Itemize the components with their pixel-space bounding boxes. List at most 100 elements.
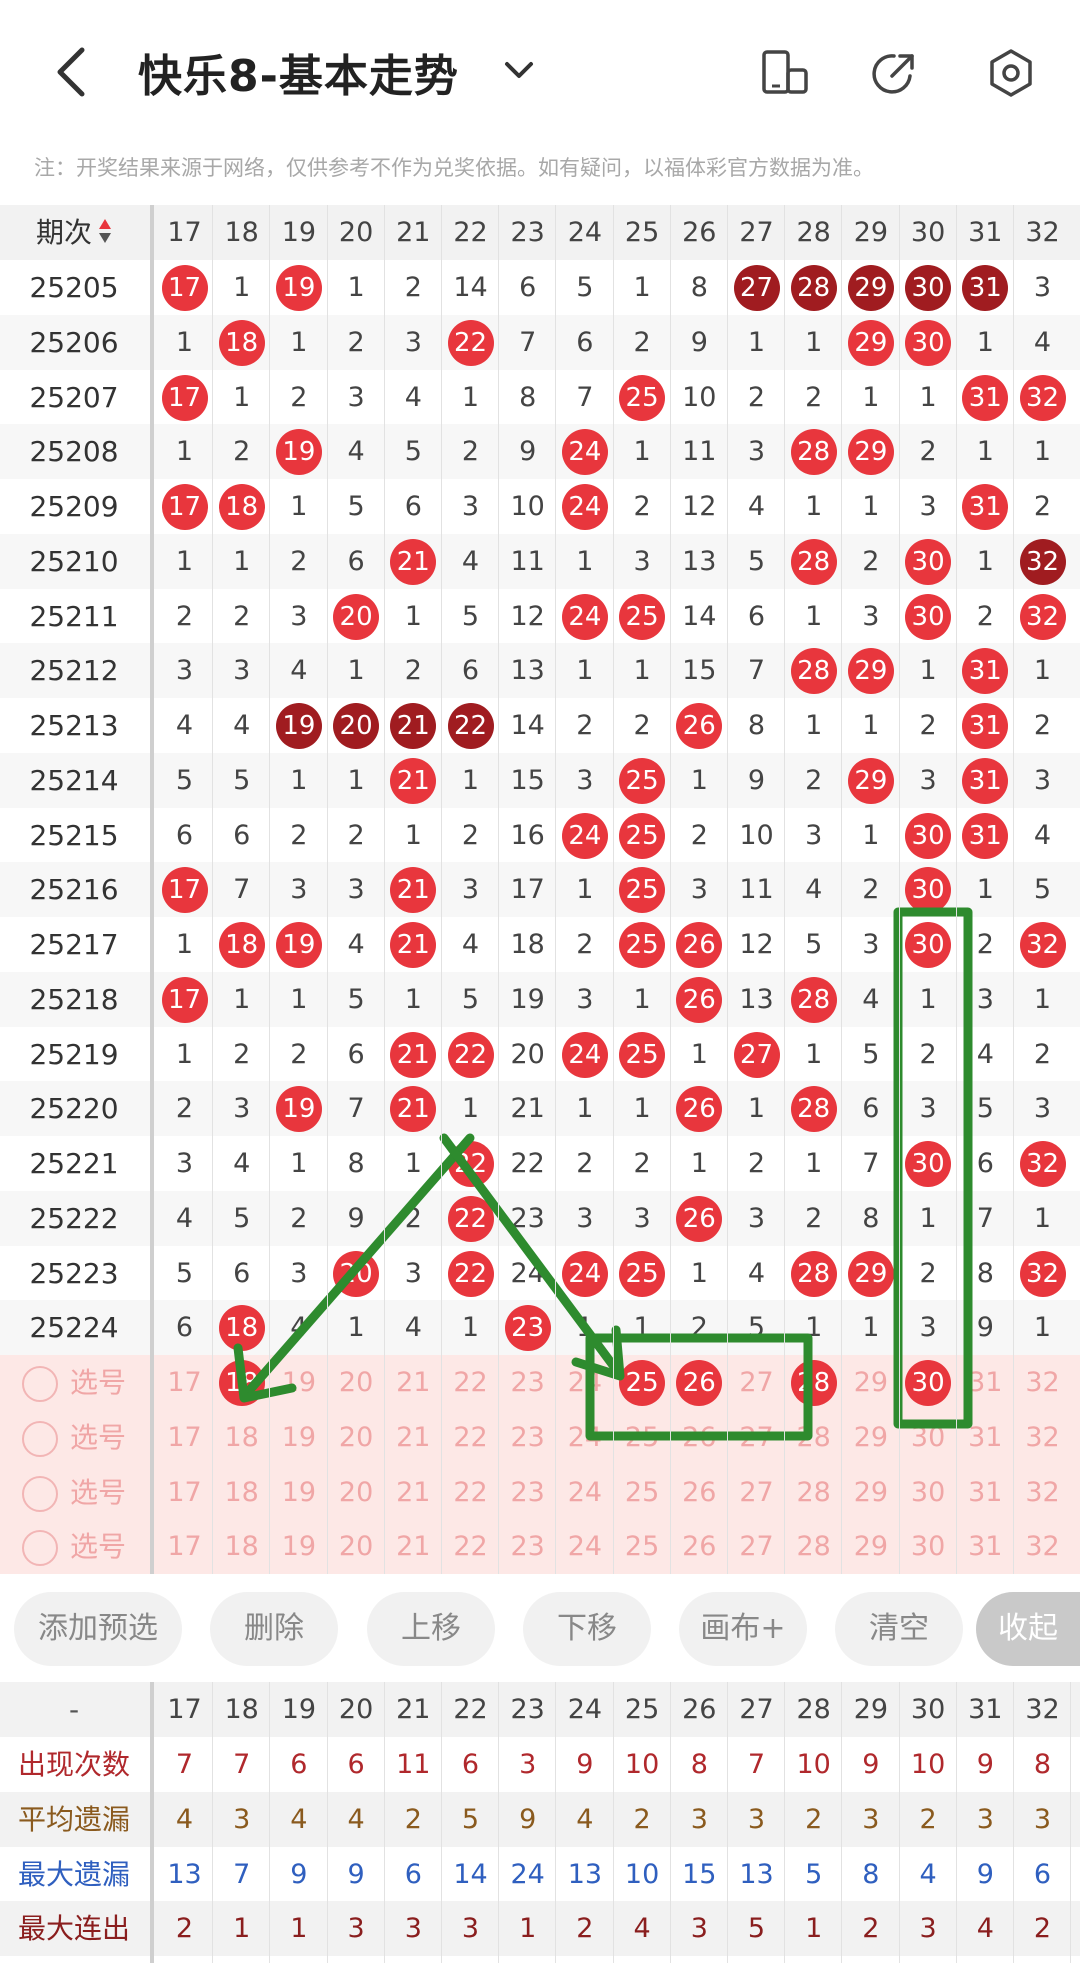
pick-cell[interactable]: 24: [556, 1355, 613, 1410]
sort-arrows-icon[interactable]: [98, 207, 112, 262]
column-header: 21: [396, 217, 431, 248]
pick-cell[interactable]: 32: [1014, 1410, 1071, 1465]
stats-value: 1: [290, 1913, 308, 1945]
pick-cell[interactable]: 20: [328, 1519, 385, 1574]
pick-cell[interactable]: 30: [900, 1465, 957, 1520]
number-cell: 15: [510, 764, 545, 796]
pick-cell[interactable]: 20: [328, 1410, 385, 1465]
pick-cell[interactable]: 24: [556, 1519, 613, 1574]
pick-cell[interactable]: 20: [328, 1355, 385, 1410]
number-cell: 25: [614, 917, 671, 972]
pick-cell[interactable]: 21: [385, 1465, 442, 1520]
pick-cell[interactable]: 22: [442, 1410, 499, 1465]
pick-cell[interactable]: 26: [671, 1410, 728, 1465]
delete-button[interactable]: 删除: [210, 1592, 338, 1666]
period-header[interactable]: 期次: [0, 205, 148, 260]
pick-cell[interactable]: 21: [385, 1519, 442, 1574]
selected-ball[interactable]: 28: [790, 1360, 837, 1406]
column-divider: [498, 205, 500, 1574]
selected-ball[interactable]: 25: [619, 1360, 666, 1406]
pick-cell[interactable]: 29: [842, 1410, 899, 1465]
pick-cell[interactable]: 23: [499, 1355, 556, 1410]
pick-row-label[interactable]: 选号: [0, 1465, 148, 1520]
stats-value: 8: [1033, 1749, 1052, 1780]
pick-cell[interactable]: 27: [728, 1355, 785, 1410]
pick-cell[interactable]: 19: [270, 1355, 327, 1410]
pick-row-label[interactable]: 选号: [0, 1355, 148, 1410]
drawn-ball: 26: [676, 1195, 723, 1242]
pick-cell[interactable]: 32: [1014, 1465, 1071, 1520]
pick-cell[interactable]: 23: [499, 1519, 556, 1574]
pick-cell[interactable]: 25: [614, 1465, 671, 1520]
pick-cell[interactable]: 31: [957, 1465, 1014, 1520]
pick-cell[interactable]: 27: [728, 1519, 785, 1574]
pick-cell[interactable]: 30: [900, 1355, 957, 1410]
clear-button[interactable]: 清空: [835, 1592, 963, 1666]
pick-cell[interactable]: 17: [156, 1410, 213, 1465]
pick-cell[interactable]: 25: [614, 1519, 671, 1574]
pick-cell[interactable]: 31: [957, 1410, 1014, 1465]
back-arrow-icon[interactable]: [48, 44, 98, 100]
pick-cell[interactable]: 17: [156, 1355, 213, 1410]
selected-ball[interactable]: 30: [905, 1360, 952, 1406]
pick-cell[interactable]: 17: [156, 1465, 213, 1520]
pick-row-label[interactable]: 选号: [0, 1410, 148, 1465]
pick-cell[interactable]: 32: [1014, 1355, 1071, 1410]
move-down-button[interactable]: 下移: [523, 1592, 651, 1666]
collapse-button[interactable]: 收起: [976, 1592, 1080, 1666]
share-icon[interactable]: [870, 48, 920, 98]
pick-cell[interactable]: 31: [957, 1355, 1014, 1410]
pick-cell[interactable]: 18: [213, 1465, 270, 1520]
pick-cell[interactable]: 23: [499, 1465, 556, 1520]
pick-cell[interactable]: 29: [842, 1465, 899, 1520]
select-radio-icon[interactable]: [21, 1475, 58, 1512]
pick-cell[interactable]: 27: [728, 1410, 785, 1465]
selected-ball[interactable]: 18: [218, 1360, 265, 1406]
pick-cell[interactable]: 18: [213, 1519, 270, 1574]
move-up-button[interactable]: 上移: [367, 1592, 495, 1666]
select-radio-icon[interactable]: [21, 1530, 58, 1567]
pick-cell[interactable]: 23: [499, 1410, 556, 1465]
pick-cell[interactable]: 19: [270, 1410, 327, 1465]
select-radio-icon[interactable]: [21, 1420, 58, 1457]
pick-cell[interactable]: 20: [328, 1465, 385, 1520]
pick-cell[interactable]: 26: [671, 1519, 728, 1574]
pick-cell[interactable]: 24: [556, 1410, 613, 1465]
pick-cell[interactable]: 28: [785, 1465, 842, 1520]
pick-cell[interactable]: 22: [442, 1465, 499, 1520]
selected-ball[interactable]: 26: [676, 1360, 723, 1406]
pick-cell[interactable]: 22: [442, 1355, 499, 1410]
add-preselect-button[interactable]: 添加预选: [14, 1592, 182, 1666]
pick-cell[interactable]: 21: [385, 1355, 442, 1410]
pick-cell[interactable]: 25: [614, 1355, 671, 1410]
chevron-down-icon[interactable]: [502, 58, 536, 82]
phone-landscape-icon[interactable]: [760, 48, 810, 98]
pick-cell[interactable]: 19: [270, 1519, 327, 1574]
pick-cell[interactable]: 18: [213, 1355, 270, 1410]
pick-cell[interactable]: 32: [1014, 1519, 1071, 1574]
number-cell: 1: [862, 819, 880, 851]
pick-cell[interactable]: 30: [900, 1410, 957, 1465]
drawn-ball: 26: [676, 1086, 723, 1133]
pick-row-label[interactable]: 选号: [0, 1519, 148, 1574]
pick-cell[interactable]: 30: [900, 1519, 957, 1574]
pick-cell[interactable]: 22: [442, 1519, 499, 1574]
pick-cell[interactable]: 27: [728, 1465, 785, 1520]
select-radio-icon[interactable]: [21, 1366, 58, 1402]
pick-cell[interactable]: 28: [785, 1355, 842, 1410]
pick-cell[interactable]: 18: [213, 1410, 270, 1465]
pick-cell[interactable]: 28: [785, 1519, 842, 1574]
settings-icon[interactable]: [986, 48, 1036, 98]
pick-cell[interactable]: 17: [156, 1519, 213, 1574]
pick-cell[interactable]: 31: [957, 1519, 1014, 1574]
pick-cell[interactable]: 28: [785, 1410, 842, 1465]
pick-cell[interactable]: 24: [556, 1465, 613, 1520]
pick-cell[interactable]: 26: [671, 1465, 728, 1520]
pick-cell[interactable]: 25: [614, 1410, 671, 1465]
pick-cell[interactable]: 29: [842, 1519, 899, 1574]
pick-cell[interactable]: 26: [671, 1355, 728, 1410]
canvas-plus-button[interactable]: 画布+: [679, 1592, 807, 1666]
pick-cell[interactable]: 21: [385, 1410, 442, 1465]
pick-cell[interactable]: 29: [842, 1355, 899, 1410]
pick-cell[interactable]: 19: [270, 1465, 327, 1520]
